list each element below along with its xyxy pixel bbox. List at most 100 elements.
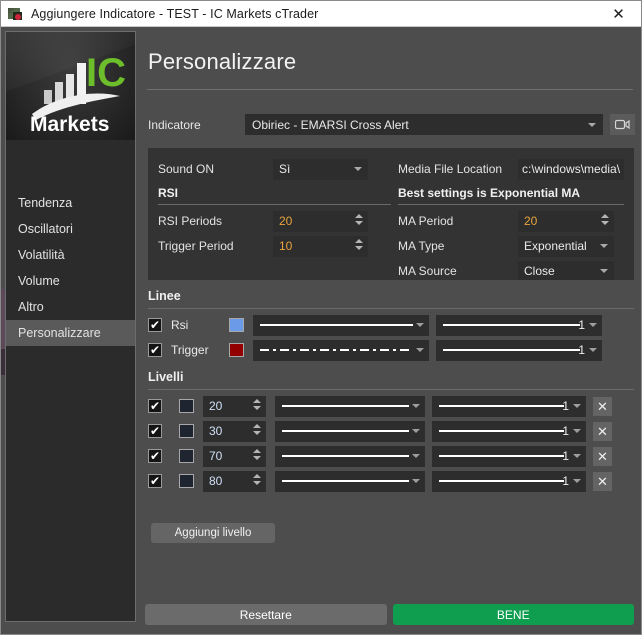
ma-group-title: Best settings is Exponential MA: [398, 186, 581, 200]
chevron-down-icon: [588, 122, 596, 127]
ma-type-row: MA Type Exponential: [398, 234, 624, 258]
sidebar-item-altro[interactable]: Altro: [6, 294, 135, 320]
level-style-preview: [282, 405, 409, 407]
chevron-down-icon: [573, 404, 581, 408]
level-visible-checkbox[interactable]: ✔: [148, 474, 162, 488]
level-visible-checkbox[interactable]: ✔: [148, 449, 162, 463]
sidebar-item-personalizzare[interactable]: Personalizzare: [6, 320, 135, 346]
level-value-stepper[interactable]: 80: [203, 470, 266, 492]
trigger-period-stepper[interactable]: 10: [273, 235, 368, 257]
indicator-value: Obiriec - EMARSI Cross Alert: [252, 117, 409, 132]
media-file-input[interactable]: c:\windows\media\: [518, 158, 624, 180]
spinner-arrows-icon[interactable]: [253, 473, 261, 485]
rsi-periods-stepper[interactable]: 20: [273, 210, 368, 232]
sidebar-item-volatilita[interactable]: Volatilità: [6, 242, 135, 268]
level-thickness-select[interactable]: 1: [432, 395, 586, 417]
sidebar-item-label: Oscillatori: [18, 222, 73, 236]
page-title: Personalizzare: [148, 49, 297, 74]
level-row: ✔ 20 1 ✕: [148, 395, 634, 417]
level-thickness-select[interactable]: 1: [432, 445, 586, 467]
delete-level-icon[interactable]: ✕: [593, 421, 612, 441]
level-style-select[interactable]: [275, 445, 425, 467]
sound-on-row: Sound ON Sì: [158, 157, 391, 181]
line-row: ✔ Trigger 1: [148, 339, 634, 361]
level-thickness-select[interactable]: 1: [432, 420, 586, 442]
sound-on-value: Sì: [279, 162, 291, 176]
line-style-select[interactable]: [253, 314, 429, 336]
ma-period-stepper[interactable]: 20: [518, 210, 614, 232]
close-icon[interactable]: ✕: [596, 1, 641, 26]
sidebar-nav: Tendenza Oscillatori Volatilità Volume A…: [6, 190, 135, 346]
chevron-down-icon: [573, 479, 581, 483]
ma-type-select[interactable]: Exponential: [518, 235, 614, 257]
add-level-button[interactable]: Aggiungi livello: [151, 523, 275, 543]
rsi-group-rule: [158, 204, 391, 205]
ok-button[interactable]: BENE: [392, 604, 634, 625]
level-value-stepper[interactable]: 30: [203, 420, 266, 442]
chevron-down-icon: [412, 454, 420, 458]
add-indicator-window: Aggiungere Indicatore - TEST - IC Market…: [0, 0, 642, 635]
sidebar-item-label: Personalizzare: [18, 326, 101, 340]
line-name: Rsi: [171, 318, 189, 332]
line-color-swatch[interactable]: [229, 318, 244, 332]
indicator-select[interactable]: Obiriec - EMARSI Cross Alert: [245, 114, 603, 135]
spinner-arrows-icon[interactable]: [253, 423, 261, 435]
level-row: ✔ 70 1 ✕: [148, 445, 634, 467]
level-thickness-value: 1: [562, 449, 569, 463]
level-row: ✔ 30 1 ✕: [148, 420, 634, 442]
ma-group-rule: [398, 204, 624, 205]
sound-on-label: Sound ON: [158, 162, 215, 176]
chevron-down-icon: [573, 454, 581, 458]
sidebar-item-label: Altro: [18, 300, 44, 314]
level-visible-checkbox[interactable]: ✔: [148, 424, 162, 438]
chevron-down-icon: [354, 167, 362, 171]
line-visible-checkbox[interactable]: ✔: [148, 318, 162, 332]
parameters-right-column: Media File Location c:\windows\media\ Be…: [391, 157, 624, 280]
spinner-arrows-icon[interactable]: [253, 398, 261, 410]
rsi-group-title: RSI: [158, 186, 179, 200]
sidebar-item-tendenza[interactable]: Tendenza: [6, 190, 135, 216]
ma-source-row: MA Source Close: [398, 259, 624, 280]
level-color-swatch[interactable]: [179, 399, 194, 413]
level-color-swatch[interactable]: [179, 449, 194, 463]
delete-level-icon[interactable]: ✕: [593, 446, 612, 466]
level-thickness-preview: [439, 455, 564, 457]
svg-text:IC: IC: [86, 51, 126, 95]
line-style-select[interactable]: [253, 339, 429, 361]
level-color-swatch[interactable]: [179, 474, 194, 488]
sidebar-item-volume[interactable]: Volume: [6, 268, 135, 294]
line-thickness-preview: [443, 324, 580, 326]
level-style-select[interactable]: [275, 395, 425, 417]
video-camera-icon[interactable]: [610, 114, 635, 135]
level-style-select[interactable]: [275, 470, 425, 492]
trigger-period-value: 10: [279, 239, 293, 253]
chevron-down-icon: [416, 323, 424, 327]
delete-level-icon[interactable]: ✕: [593, 471, 612, 491]
level-value-stepper[interactable]: 20: [203, 395, 266, 417]
logo-svg: IC Markets: [30, 51, 126, 134]
line-visible-checkbox[interactable]: ✔: [148, 343, 162, 357]
delete-level-icon[interactable]: ✕: [593, 396, 612, 416]
level-thickness-select[interactable]: 1: [432, 470, 586, 492]
level-style-preview: [282, 455, 409, 457]
spinner-arrows-icon[interactable]: [253, 448, 261, 460]
line-thickness-value: 1: [578, 343, 585, 357]
sidebar-item-oscillatori[interactable]: Oscillatori: [6, 216, 135, 242]
line-color-swatch[interactable]: [229, 343, 244, 357]
ma-source-select[interactable]: Close: [518, 260, 614, 280]
line-thickness-select[interactable]: 1: [436, 339, 602, 361]
spinner-arrows-icon[interactable]: [355, 238, 363, 250]
spinner-arrows-icon[interactable]: [355, 213, 363, 225]
level-style-select[interactable]: [275, 420, 425, 442]
spinner-arrows-icon[interactable]: [601, 213, 609, 225]
level-visible-checkbox[interactable]: ✔: [148, 399, 162, 413]
line-thickness-value: 1: [578, 318, 585, 332]
level-value-stepper[interactable]: 70: [203, 445, 266, 467]
level-color-swatch[interactable]: [179, 424, 194, 438]
reset-button[interactable]: Resettare: [145, 604, 387, 625]
line-thickness-select[interactable]: 1: [436, 314, 602, 336]
sound-on-select[interactable]: Sì: [273, 158, 368, 180]
dialog-footer: Resettare BENE: [145, 604, 634, 625]
chevron-down-icon: [416, 348, 424, 352]
rsi-periods-row: RSI Periods 20: [158, 209, 391, 233]
